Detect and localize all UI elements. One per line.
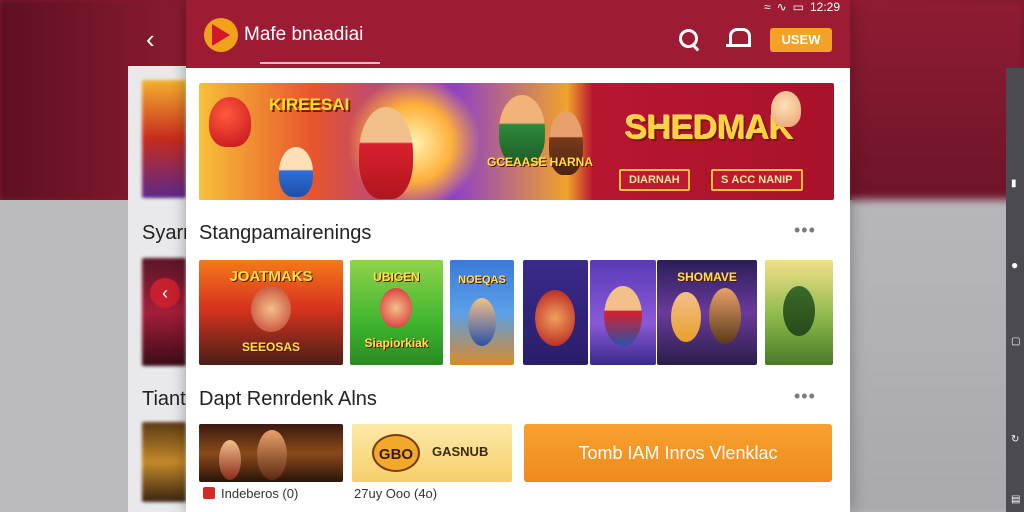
more-options-icon[interactable]: ••• bbox=[794, 220, 816, 241]
hero-button-right[interactable]: S ACC NANIP bbox=[711, 169, 803, 191]
game-tile[interactable] bbox=[765, 260, 833, 365]
game-tile-title: JOATMAKS bbox=[229, 268, 313, 285]
game-tile-character bbox=[783, 286, 815, 336]
card-caption: 27uy Ooo (4o) bbox=[354, 486, 438, 501]
game-tile-character bbox=[604, 286, 642, 346]
notification-bell-icon[interactable] bbox=[726, 26, 751, 50]
more-options-icon[interactable]: ••• bbox=[794, 386, 816, 407]
game-tile-character bbox=[468, 298, 496, 346]
signal-icon: ≈ bbox=[763, 0, 771, 14]
game-tile[interactable]: UBIGEN Siapiorkiak bbox=[350, 260, 443, 365]
top-app-bar: ≈ ∿ ▭ 12:29 Mafe bnaadiai USEW bbox=[186, 0, 850, 68]
game-tile[interactable] bbox=[523, 260, 588, 365]
section-title: Dapt Renrdenk Alns bbox=[199, 388, 377, 410]
game-tile[interactable]: JOATMAKS SEEOSAS bbox=[199, 260, 343, 365]
game-tile-character bbox=[380, 288, 412, 328]
background-game-tile bbox=[142, 258, 186, 366]
card-character bbox=[219, 440, 241, 480]
hero-mascot-left bbox=[209, 97, 251, 147]
game-app-icon bbox=[203, 487, 215, 499]
app-brand[interactable]: Mafe bnaadiai bbox=[204, 18, 363, 52]
hero-character-small bbox=[279, 147, 313, 197]
background-section-title: Tiant bbox=[142, 388, 186, 410]
hero-subtitle: GCEAASE HARNA bbox=[487, 155, 594, 169]
wifi-icon: ∿ bbox=[776, 0, 787, 14]
side-navigation-bar bbox=[1006, 68, 1024, 512]
status-bar: ≈ ∿ ▭ 12:29 bbox=[764, 0, 840, 14]
back-arrow-icon[interactable]: ‹ bbox=[146, 24, 155, 55]
app-window: ≈ ∿ ▭ 12:29 Mafe bnaadiai USEW KIREESAI … bbox=[186, 0, 850, 512]
card-character bbox=[257, 430, 287, 480]
bookmark-icon[interactable]: ▮ bbox=[1011, 178, 1017, 189]
hero-character-main bbox=[359, 107, 413, 199]
primary-cta-button[interactable]: Tomb IAM Inros Vlenklac bbox=[524, 424, 832, 482]
search-icon[interactable] bbox=[676, 26, 702, 52]
app-title: Mafe bnaadiai bbox=[244, 24, 364, 45]
game-tile-character bbox=[251, 286, 291, 332]
hero-banner[interactable]: KIREESAI GCEAASE HARNA SHEDMAK DIARNAH S… bbox=[199, 83, 834, 200]
game-tile-subtitle: SEEOSAS bbox=[241, 340, 301, 354]
card-caption-text: Indeberos (0) bbox=[221, 486, 299, 501]
background-banner-tile bbox=[142, 80, 186, 198]
background-section-title: Syarr bbox=[142, 222, 190, 244]
refresh-icon[interactable]: ↻ bbox=[1011, 434, 1019, 445]
status-time: 12:29 bbox=[809, 0, 840, 14]
game-tile-character bbox=[535, 290, 575, 346]
hero-character-right bbox=[771, 91, 801, 127]
square-icon[interactable]: ▢ bbox=[1011, 336, 1020, 347]
game-tile-title: SHOMAVE bbox=[677, 270, 737, 284]
game-tile-title: UBIGEN bbox=[373, 270, 420, 284]
recommend-card[interactable]: GBO GASNUB bbox=[352, 424, 512, 482]
recommend-card[interactable] bbox=[199, 424, 343, 482]
game-tile-character bbox=[671, 292, 701, 342]
card-label: GASNUB bbox=[432, 444, 489, 459]
chevron-left-icon[interactable]: ‹ bbox=[150, 278, 180, 308]
background-card-tile bbox=[142, 422, 186, 502]
game-tile-subtitle: Siapiorkiak bbox=[364, 336, 429, 350]
hero-title: SHEDMAK bbox=[625, 109, 794, 147]
card-caption: Indeberos (0) bbox=[203, 486, 298, 501]
menu-icon[interactable]: ▤ bbox=[1011, 494, 1020, 505]
hero-left-title: KIREESAI bbox=[269, 95, 350, 114]
background-right-panel bbox=[850, 0, 1024, 512]
game-tile[interactable]: NOEQAS bbox=[450, 260, 514, 365]
hero-button-left[interactable]: DIARNAH bbox=[619, 169, 690, 191]
section-title: Stangpamairenings bbox=[199, 222, 372, 244]
card-badge: GBO bbox=[372, 434, 420, 472]
game-tile[interactable]: SHOMAVE bbox=[657, 260, 757, 365]
battery-icon: ▭ bbox=[792, 0, 804, 14]
home-circle-icon[interactable]: ● bbox=[1011, 258, 1018, 272]
header-action-button[interactable]: USEW bbox=[770, 28, 832, 52]
app-logo-icon bbox=[204, 18, 238, 52]
game-tile[interactable] bbox=[590, 260, 656, 365]
active-tab-indicator bbox=[260, 62, 380, 64]
game-tile-character bbox=[709, 288, 741, 344]
game-tile-title: NOEQAS bbox=[458, 274, 506, 286]
